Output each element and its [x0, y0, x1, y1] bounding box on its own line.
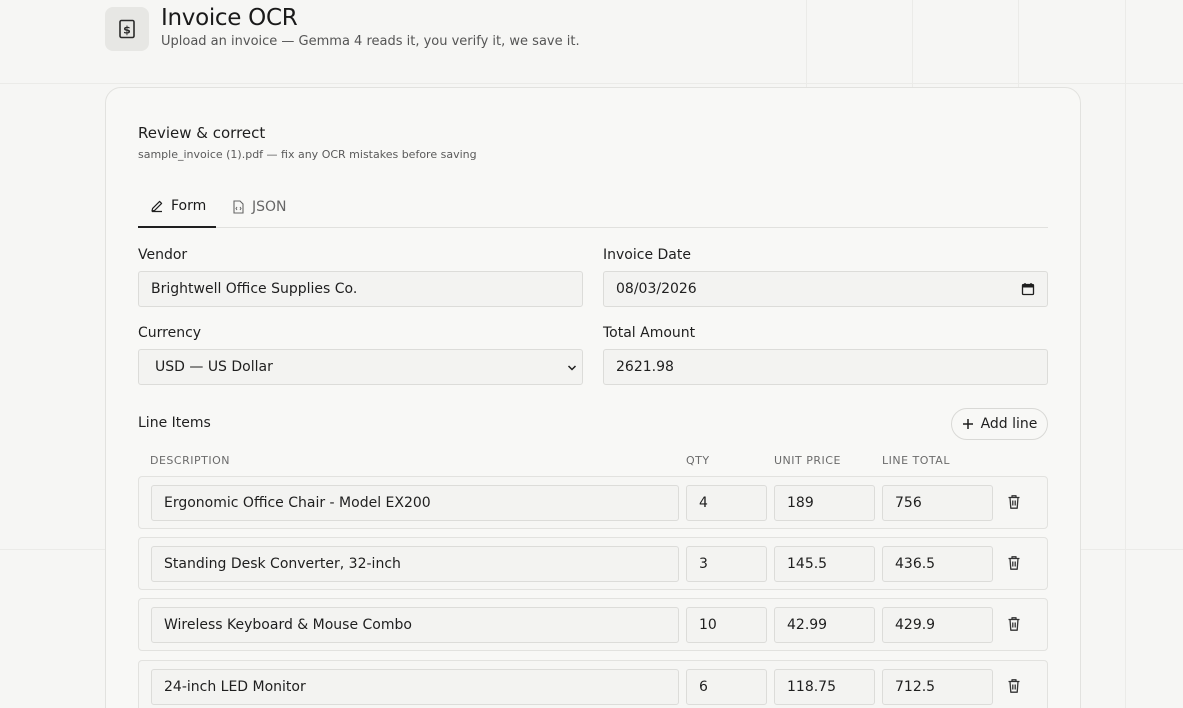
total-amount-label: Total Amount — [603, 325, 696, 341]
column-header-qty: QTY — [686, 454, 710, 467]
description-input[interactable]: Standing Desk Converter, 32-inch — [151, 546, 679, 582]
trash-icon[interactable] — [1007, 555, 1021, 575]
unit-price-value: 145.5 — [787, 556, 828, 572]
invoice-date-label: Invoice Date — [603, 247, 691, 263]
currency-value: USD — US Dollar — [155, 359, 273, 375]
unit-price-value: 118.75 — [787, 679, 836, 695]
qty-value: 3 — [699, 556, 708, 572]
trash-icon[interactable] — [1007, 616, 1021, 636]
app-title: Invoice OCR — [161, 5, 298, 31]
description-value: Ergonomic Office Chair - Model EX200 — [164, 495, 431, 511]
app-subtitle: Upload an invoice — Gemma 4 reads it, yo… — [161, 34, 580, 49]
line-total-value: 429.9 — [895, 617, 936, 633]
unit-price-value: 42.99 — [787, 617, 828, 633]
tab-form[interactable]: Form — [138, 186, 216, 228]
line-item-row: Wireless Keyboard & Mouse Combo 10 42.99… — [138, 598, 1048, 651]
description-value: 24-inch LED Monitor — [164, 679, 306, 695]
line-total-value: 756 — [895, 495, 922, 511]
invoice-logo-icon: $ — [105, 7, 149, 51]
add-line-label: Add line — [980, 416, 1038, 432]
line-item-row: Ergonomic Office Chair - Model EX200 4 1… — [138, 476, 1048, 529]
tab-form-label: Form — [171, 198, 207, 214]
unit-price-value: 189 — [787, 495, 814, 511]
plus-icon — [962, 419, 973, 429]
currency-label: Currency — [138, 325, 202, 341]
description-value: Standing Desk Converter, 32-inch — [164, 556, 401, 572]
description-input[interactable]: Wireless Keyboard & Mouse Combo — [151, 607, 679, 643]
invoice-date-value: 08/03/2026 — [616, 281, 697, 297]
pencil-icon — [151, 200, 163, 213]
column-header-line-total: LINE TOTAL — [882, 454, 950, 467]
review-subtitle: sample_invoice (1).pdf — fix any OCR mis… — [138, 148, 477, 161]
unit-price-input[interactable]: 118.75 — [774, 669, 875, 705]
description-input[interactable]: 24-inch LED Monitor — [151, 669, 679, 705]
review-card: Review & correct sample_invoice (1).pdf … — [105, 87, 1081, 708]
unit-price-input[interactable]: 189 — [774, 485, 875, 521]
unit-price-input[interactable]: 145.5 — [774, 546, 875, 582]
line-total-value: 712.5 — [895, 679, 936, 695]
file-code-icon — [233, 200, 244, 214]
total-amount-value: 2621.98 — [616, 359, 674, 375]
tab-json-label: JSON — [252, 199, 287, 215]
description-input[interactable]: Ergonomic Office Chair - Model EX200 — [151, 485, 679, 521]
qty-input[interactable]: 3 — [686, 546, 767, 582]
invoice-date-input[interactable]: 08/03/2026 — [603, 271, 1048, 307]
line-total-input[interactable]: 756 — [882, 485, 993, 521]
trash-icon[interactable] — [1007, 678, 1021, 698]
vendor-input[interactable]: Brightwell Office Supplies Co. — [138, 271, 583, 307]
line-item-row: Standing Desk Converter, 32-inch 3 145.5… — [138, 537, 1048, 590]
line-total-input[interactable]: 712.5 — [882, 669, 993, 705]
qty-input[interactable]: 6 — [686, 669, 767, 705]
svg-text:$: $ — [123, 24, 131, 37]
view-tabs: Form JSON — [138, 186, 1048, 228]
currency-select[interactable]: USD — US Dollar — [138, 349, 583, 385]
tab-json[interactable]: JSON — [232, 186, 287, 228]
vendor-value: Brightwell Office Supplies Co. — [151, 281, 358, 297]
column-header-description: DESCRIPTION — [150, 454, 230, 467]
qty-value: 4 — [699, 495, 708, 511]
add-line-button[interactable]: Add line — [951, 408, 1048, 440]
line-items-title: Line Items — [138, 415, 211, 431]
line-item-row: 24-inch LED Monitor 6 118.75 712.5 — [138, 660, 1048, 708]
description-value: Wireless Keyboard & Mouse Combo — [164, 617, 412, 633]
qty-input[interactable]: 4 — [686, 485, 767, 521]
qty-input[interactable]: 10 — [686, 607, 767, 643]
calendar-icon[interactable] — [1021, 282, 1035, 300]
line-total-input[interactable]: 436.5 — [882, 546, 993, 582]
app-header: $ Invoice OCR Upload an invoice — Gemma … — [105, 5, 580, 51]
column-header-unit-price: UNIT PRICE — [774, 454, 841, 467]
trash-icon[interactable] — [1007, 494, 1021, 514]
line-total-input[interactable]: 429.9 — [882, 607, 993, 643]
review-title: Review & correct — [138, 124, 266, 142]
qty-value: 10 — [699, 617, 717, 633]
total-amount-input[interactable]: 2621.98 — [603, 349, 1048, 385]
unit-price-input[interactable]: 42.99 — [774, 607, 875, 643]
line-total-value: 436.5 — [895, 556, 936, 572]
chevron-down-icon — [566, 362, 578, 378]
qty-value: 6 — [699, 679, 708, 695]
vendor-label: Vendor — [138, 247, 188, 263]
